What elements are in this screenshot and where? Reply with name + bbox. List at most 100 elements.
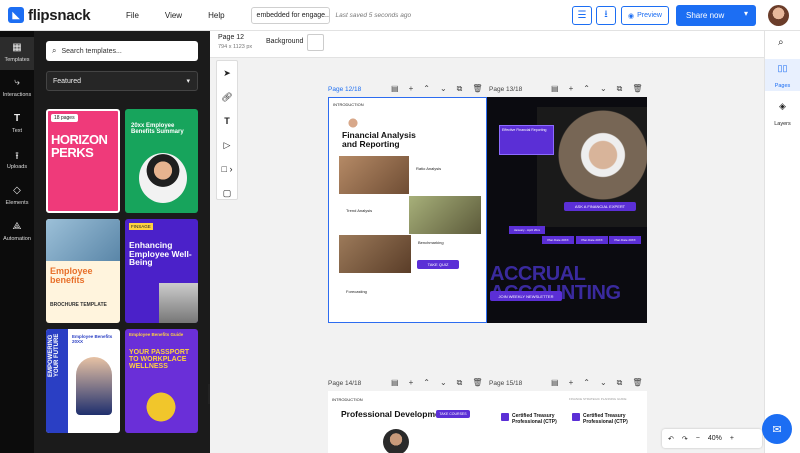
photo	[383, 429, 409, 453]
take-courses-tag[interactable]: TAKE COURSES	[436, 410, 470, 418]
right-rail-layers[interactable]: ◈ Layers	[765, 97, 800, 129]
move-up-icon[interactable]: ⌃	[423, 84, 430, 94]
delete-icon[interactable]: 🗑︎	[632, 84, 642, 94]
rail-item-uploads[interactable]: ⭱ Uploads	[0, 149, 34, 170]
zoom-in-button[interactable]: +	[730, 435, 734, 442]
date-tag: Plan Date 20XX	[542, 236, 574, 244]
template-card[interactable]: Employee benefits BROCHURE TEMPLATE	[46, 219, 120, 323]
card-title: Effective Financial Reporting	[502, 128, 547, 132]
document-name-field[interactable]: embedded for engage...	[250, 6, 330, 24]
zoom-out-button[interactable]: −	[696, 435, 700, 442]
take-quiz-button[interactable]: TAKE QUIZ	[417, 260, 459, 269]
move-down-icon[interactable]: ⌄	[440, 84, 447, 94]
rail-item-text[interactable]: T Text	[0, 113, 34, 134]
redo-icon[interactable]: ↷	[682, 435, 688, 443]
ask-expert-button[interactable]: ASK A FINANCIAL EXPERT	[564, 202, 636, 211]
move-up-icon[interactable]: ⌃	[583, 84, 590, 94]
duplicate-icon[interactable]: ⧉	[617, 378, 623, 388]
media-tool-icon[interactable]: ▷	[217, 133, 237, 157]
add-page-icon[interactable]: +	[409, 378, 414, 388]
rail-item-templates[interactable]: ▦ Templates	[0, 37, 34, 70]
template-card[interactable]: Employee Benefits 20XX EMPOWERING YOUR F…	[46, 329, 120, 433]
info-card: Effective Financial Reporting	[499, 125, 554, 155]
main-menu: File View Help	[126, 11, 251, 20]
rail-label: Templates	[4, 57, 30, 63]
zoom-level[interactable]: 40%	[708, 435, 722, 442]
rail-label: Uploads	[6, 164, 28, 170]
page-14-label[interactable]: Page 14/18	[328, 380, 361, 387]
menu-file[interactable]: File	[126, 11, 139, 20]
template-card[interactable]: Employee Benefits Guide YOUR PASSPORT TO…	[125, 329, 198, 433]
rail-label: Elements	[5, 200, 29, 206]
date-tag: Plan Date 20XX	[576, 236, 608, 244]
add-page-icon[interactable]: +	[569, 378, 574, 388]
template-card[interactable]: 18 pages HORIZON PERKS	[46, 109, 120, 213]
newsletter-button[interactable]: JOIN WEEKLY NEWSLETTER	[490, 291, 562, 301]
label-trend: Trend Analysis	[346, 208, 373, 213]
page-12[interactable]: INTRODUCTION Financial Analysis and Repo…	[328, 97, 487, 323]
select-tool-icon[interactable]: ➤	[217, 61, 237, 85]
chat-support-button[interactable]: ✉	[762, 414, 792, 444]
template-title: Employee benefits	[50, 266, 93, 285]
undo-icon[interactable]: ↶	[668, 435, 674, 443]
move-down-icon[interactable]: ⌄	[600, 84, 607, 94]
move-up-icon[interactable]: ⌃	[423, 378, 430, 388]
delete-icon[interactable]: 🗑︎	[632, 378, 642, 388]
page-14[interactable]: INTRODUCTION Professional Development TA…	[328, 391, 487, 453]
user-avatar[interactable]	[768, 5, 789, 26]
shape-tool-icon[interactable]: □ ›	[217, 157, 237, 181]
link-tool-icon[interactable]: 🔗︎	[217, 85, 237, 109]
page-size: 794 x 1123 px	[218, 44, 253, 50]
page-15-label[interactable]: Page 15/18	[489, 380, 522, 387]
templates-panel: ⌕ Search templates... Featured ▾ 18 page…	[34, 31, 210, 453]
rail-item-interactions[interactable]: ⤷ Interactions	[0, 77, 34, 98]
move-down-icon[interactable]: ⌄	[440, 378, 447, 388]
comment-icon[interactable]: ▤	[551, 84, 559, 94]
page-heading: Financial Analysis and Reporting	[342, 130, 416, 150]
background-color-swatch[interactable]	[307, 34, 324, 51]
page-13[interactable]: Effective Financial Reporting ASK A FINA…	[487, 97, 647, 323]
duplicate-icon[interactable]: ⧉	[457, 378, 463, 388]
page-15[interactable]: FINANCE STRATEGIC PLANNING GUIDE Certifi…	[487, 391, 647, 453]
share-button[interactable]: Share now ▾	[676, 5, 756, 26]
delete-icon[interactable]: 🗑︎	[472, 84, 482, 94]
canvas-tools: ➤ 🔗︎ T ▷ □ › ▢	[216, 60, 238, 200]
page-12-label[interactable]: Page 12/18	[328, 86, 361, 93]
comment-icon[interactable]: ▤	[391, 378, 399, 388]
delete-icon[interactable]: 🗑︎	[472, 378, 482, 388]
pages-badge: 18 pages	[51, 114, 78, 122]
right-rail-pages[interactable]: ▯▯ Pages	[765, 59, 800, 91]
duplicate-icon[interactable]: ⧉	[617, 84, 623, 94]
move-down-icon[interactable]: ⌄	[600, 378, 607, 388]
comment-icon[interactable]: ▤	[391, 84, 399, 94]
settings-sliders-button[interactable]: ☰	[572, 6, 592, 25]
download-button[interactable]: ⭳	[596, 6, 616, 25]
template-search-input[interactable]: ⌕ Search templates...	[46, 41, 198, 61]
template-subtitle: BROCHURE TEMPLATE	[50, 302, 107, 308]
add-page-icon[interactable]: +	[409, 84, 414, 94]
photo	[339, 156, 409, 194]
template-card[interactable]: 20xx Employee Benefits Summary	[125, 109, 198, 213]
preview-button[interactable]: ◉ Preview	[621, 6, 669, 25]
template-card[interactable]: FINSAGE Enhancing Employee Well-Being	[125, 219, 198, 323]
add-page-icon[interactable]: +	[569, 84, 574, 94]
text-tool-icon[interactable]: T	[217, 109, 237, 133]
chevron-down-icon[interactable]: ▾	[744, 9, 748, 18]
brand-name: flipsnack	[28, 6, 91, 24]
comment-tool-icon[interactable]: ▢	[217, 181, 237, 205]
logo[interactable]: ◣ flipsnack	[8, 7, 108, 24]
search-placeholder: Search templates...	[61, 47, 122, 55]
menu-help[interactable]: Help	[208, 11, 224, 20]
search-icon: ⌕	[52, 46, 57, 55]
avatars	[343, 118, 363, 128]
move-up-icon[interactable]: ⌃	[583, 378, 590, 388]
canvas-toolbar: Page 12 794 x 1123 px Background	[210, 31, 764, 58]
duplicate-icon[interactable]: ⧉	[457, 84, 463, 94]
rail-item-elements[interactable]: ◇ Elements	[0, 185, 34, 206]
comment-icon[interactable]: ▤	[551, 378, 559, 388]
menu-view[interactable]: View	[165, 11, 182, 20]
page-13-label[interactable]: Page 13/18	[489, 86, 522, 93]
template-filter-select[interactable]: Featured ▾	[46, 71, 198, 91]
rail-item-automation[interactable]: ⟁ Automation	[0, 221, 34, 242]
search-icon[interactable]: ⌕	[778, 37, 784, 48]
